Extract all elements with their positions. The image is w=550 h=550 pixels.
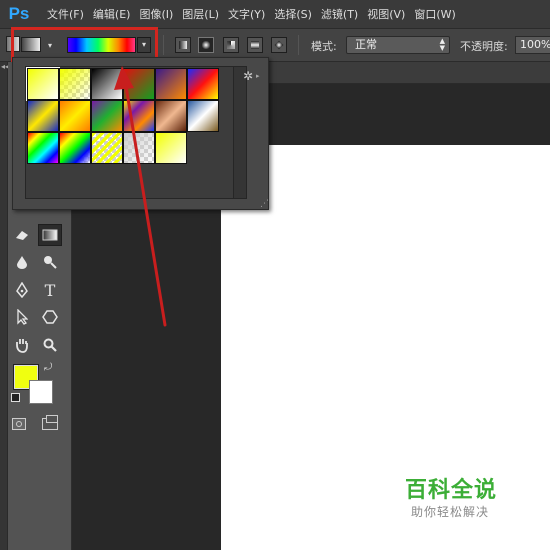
- gradient-preset-foreground-to-transparent[interactable]: [59, 68, 91, 100]
- linear-gradient-icon[interactable]: [175, 37, 191, 53]
- preset-scrollbar[interactable]: [233, 66, 247, 199]
- path-selection-icon[interactable]: [10, 306, 34, 328]
- toolbar-edge: [0, 62, 8, 550]
- menu-window[interactable]: 窗口(W): [414, 6, 455, 22]
- gradient-preset-copper[interactable]: [155, 100, 187, 132]
- opacity-field[interactable]: 100%: [515, 36, 550, 54]
- gradient-preset-transparent-stripes[interactable]: [91, 132, 123, 164]
- gradient-picker-popup: ✲ ▸ ⋰: [12, 57, 269, 210]
- gradient-preset-foreground-to-background[interactable]: [26, 67, 60, 101]
- type-tool-icon[interactable]: T: [38, 279, 62, 301]
- opacity-label: 不透明度:: [460, 40, 508, 53]
- gradient-preset-orange-yellow-orange[interactable]: [59, 100, 91, 132]
- mode-label: 模式:: [311, 40, 337, 53]
- gradient-preset-blue-yellow-blue[interactable]: [27, 100, 59, 132]
- watermark-title: 百科全说: [405, 478, 498, 503]
- divider: [298, 35, 299, 55]
- select-arrows-icon: ▲ ▼: [439, 37, 445, 52]
- chevron-down-icon[interactable]: ▸: [256, 72, 260, 80]
- gradient-preset-spectrum[interactable]: [27, 132, 59, 164]
- blend-mode-value: 正常: [355, 38, 377, 51]
- gear-icon[interactable]: ✲: [243, 69, 253, 83]
- swap-colors-icon[interactable]: ⤾: [44, 362, 52, 373]
- default-colors-icon[interactable]: [11, 393, 20, 402]
- radial-gradient-icon[interactable]: [198, 37, 214, 53]
- hand-tool-icon[interactable]: [10, 334, 34, 356]
- menu-file[interactable]: 文件(F): [47, 6, 84, 22]
- menu-layer[interactable]: 图层(L): [182, 6, 219, 22]
- watermark-subtitle: 助你轻松解决: [411, 505, 490, 519]
- resize-handle-icon[interactable]: ⋰: [260, 199, 269, 209]
- menu-filter[interactable]: 滤镜(T): [321, 6, 358, 22]
- divider: [163, 35, 164, 55]
- pasteboard-top: [221, 84, 550, 145]
- shape-tool-icon[interactable]: [38, 306, 62, 328]
- photoshop-logo: Ps: [8, 4, 30, 23]
- menu-select[interactable]: 选择(S): [274, 6, 312, 22]
- menu-edit[interactable]: 编辑(E): [93, 6, 131, 22]
- blur-tool-icon[interactable]: [10, 251, 34, 273]
- menu-image[interactable]: 图像(I): [139, 6, 173, 22]
- eraser-tool-icon[interactable]: [10, 224, 34, 246]
- gradient-preset-transparent-rainbow[interactable]: [59, 132, 91, 164]
- angle-gradient-icon[interactable]: [223, 37, 239, 53]
- gradient-tool-icon[interactable]: [38, 224, 62, 246]
- diamond-gradient-icon[interactable]: [271, 37, 287, 53]
- gradient-preset-grid: [25, 66, 235, 199]
- menu-type[interactable]: 文字(Y): [228, 6, 265, 22]
- blend-mode-select[interactable]: 正常 ▲ ▼: [346, 36, 450, 54]
- gradient-preset-yellow-violet-orange-blue[interactable]: [123, 100, 155, 132]
- gradient-preset-blue-red-yellow[interactable]: [187, 68, 219, 100]
- gradient-preset-neutral-transparent[interactable]: [123, 132, 155, 164]
- menu-view[interactable]: 视图(V): [367, 6, 405, 22]
- gradient-preset-chrome[interactable]: [187, 100, 219, 132]
- quick-mask-icon[interactable]: [12, 418, 26, 430]
- menu-items: 文件(F) 编辑(E) 图像(I) 图层(L) 文字(Y) 选择(S) 滤镜(T…: [38, 6, 456, 22]
- gradient-preset-violet-green-orange[interactable]: [91, 100, 123, 132]
- zoom-tool-icon[interactable]: [38, 334, 62, 356]
- reflected-gradient-icon[interactable]: [247, 37, 263, 53]
- dodge-tool-icon[interactable]: [38, 251, 62, 273]
- gradient-preset-violet-orange[interactable]: [155, 68, 187, 100]
- gradient-preset-yellow-white[interactable]: [155, 132, 187, 164]
- menu-bar: Ps 文件(F) 编辑(E) 图像(I) 图层(L) 文字(Y) 选择(S) 滤…: [0, 0, 550, 28]
- pen-tool-icon[interactable]: [10, 279, 34, 301]
- background-color-swatch[interactable]: [29, 380, 53, 404]
- gradient-preset-red-green[interactable]: [123, 68, 155, 100]
- screen-mode-icon[interactable]: [42, 415, 58, 430]
- watermark: 百科全说 助你轻松解决: [405, 472, 550, 532]
- gradient-preset-black-white[interactable]: [91, 68, 123, 100]
